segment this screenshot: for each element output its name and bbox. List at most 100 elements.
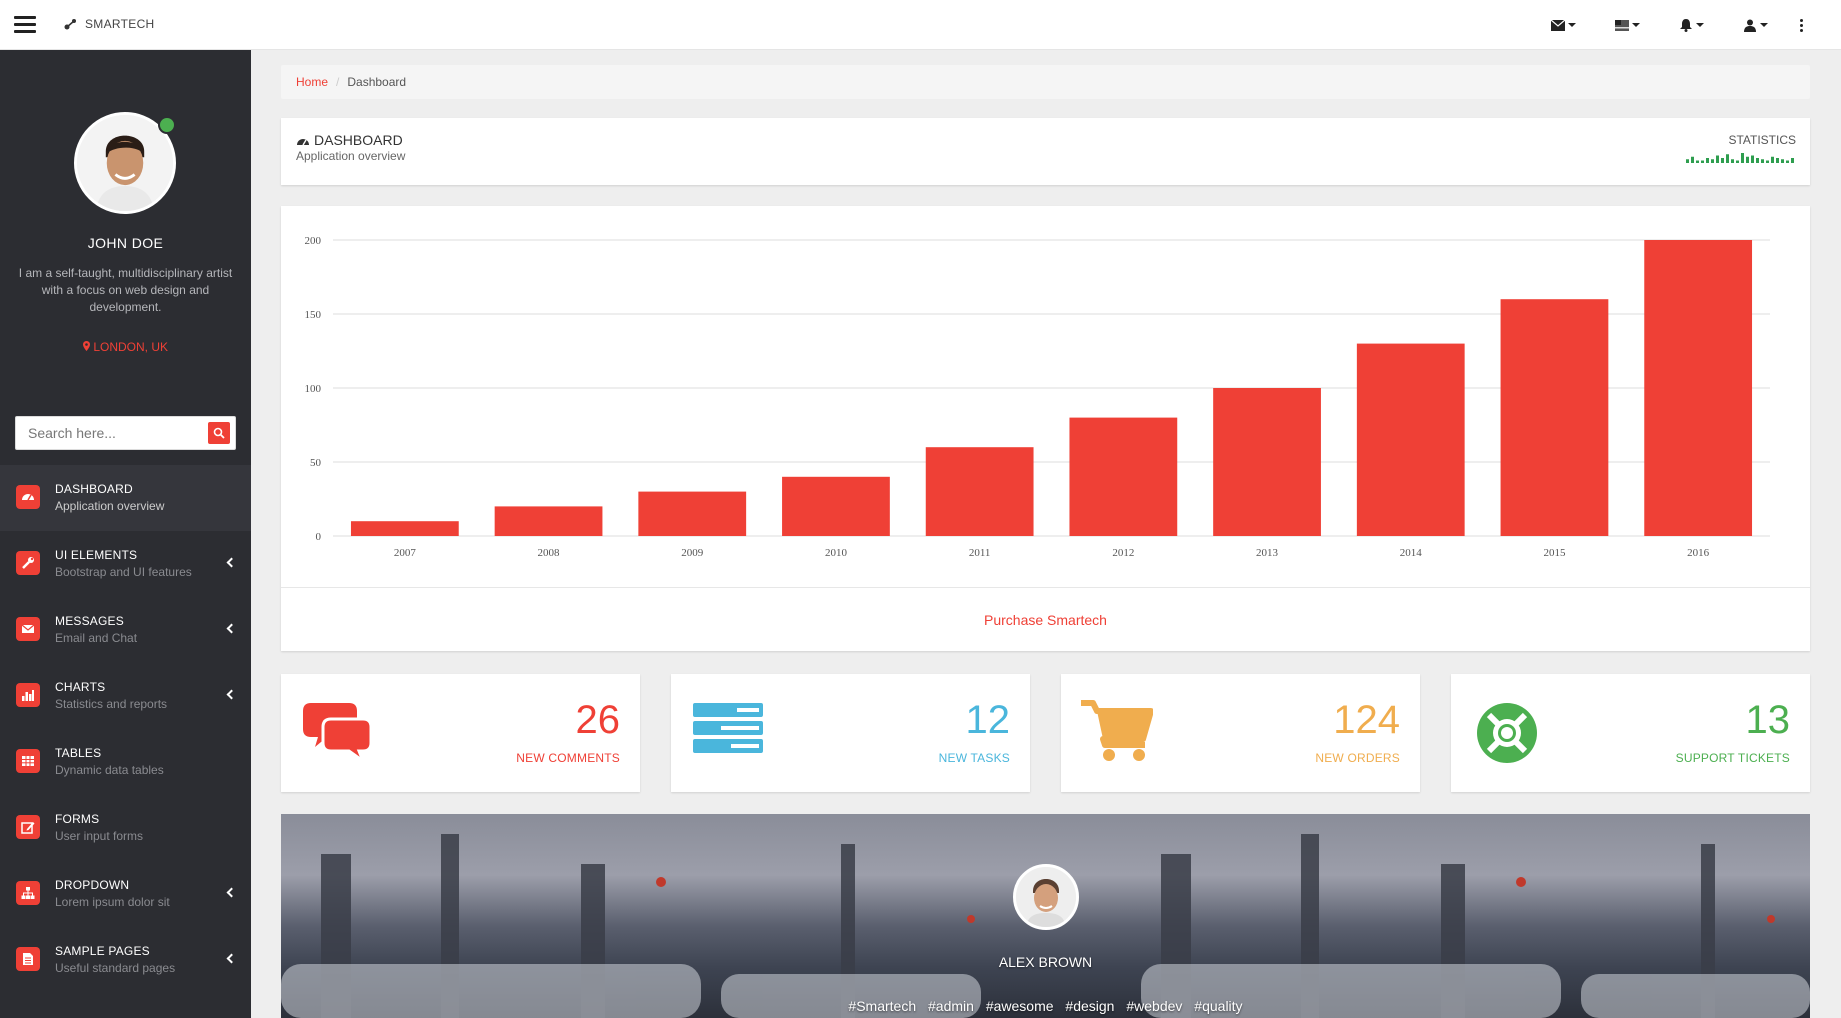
stat-card-tasks[interactable]: 12 NEW TASKS	[671, 674, 1030, 792]
hero-avatar[interactable]	[1013, 864, 1079, 930]
sidebar-item-sample-pages[interactable]: SAMPLE PAGES Useful standard pages	[0, 927, 251, 993]
stat-card-orders[interactable]: 124 NEW ORDERS	[1061, 674, 1420, 792]
sparkline-bar	[1771, 156, 1774, 163]
stat-label: SUPPORT TICKETS	[1675, 751, 1790, 765]
chart-x-tick-label: 2011	[969, 547, 991, 559]
breadcrumb-home-link[interactable]: Home	[296, 75, 328, 89]
sidebar-item-title: DASHBOARD	[55, 482, 133, 496]
sidebar-item-subtitle: Email and Chat	[55, 631, 138, 645]
sidebar-item-subtitle: Dynamic data tables	[55, 763, 164, 777]
hero-tag[interactable]: #quality	[1194, 998, 1242, 1014]
chart-bar[interactable]	[782, 476, 890, 536]
sidebar-item-ui-elements[interactable]: UI ELEMENTS Bootstrap and UI features	[0, 531, 251, 597]
breadcrumb-separator: /	[336, 75, 340, 89]
sidebar-item-title: FORMS	[55, 812, 100, 826]
sparkline-bar	[1756, 158, 1759, 163]
language-dropdown[interactable]	[1595, 13, 1659, 37]
chart-x-tick-label: 2007	[394, 547, 417, 559]
stat-value: 13	[1745, 698, 1791, 742]
profile-location: LONDON, UK	[0, 340, 251, 354]
chart-bar[interactable]	[350, 521, 459, 536]
search-input[interactable]	[16, 417, 206, 449]
chart-bar[interactable]	[1644, 240, 1753, 536]
hero-tag[interactable]: #design	[1065, 998, 1114, 1014]
chart-bar[interactable]	[1069, 417, 1178, 536]
hero-tag[interactable]: #awesome	[986, 998, 1054, 1014]
sidebar-item-forms[interactable]: FORMS User input forms	[0, 795, 251, 861]
user-dropdown[interactable]	[1723, 13, 1787, 37]
edit-icon	[16, 815, 40, 839]
chart-y-tick-label: 50	[310, 457, 322, 469]
sparkline-bar	[1751, 155, 1754, 163]
sparkline-bar	[1736, 160, 1739, 163]
notifications-dropdown[interactable]	[1659, 13, 1723, 37]
stat-label: NEW COMMENTS	[516, 751, 620, 765]
purchase-link[interactable]: Purchase Smartech	[984, 612, 1107, 628]
sparkline-bar	[1686, 159, 1689, 163]
envelope-icon	[16, 617, 40, 641]
sidebar-item-charts[interactable]: CHARTS Statistics and reports	[0, 663, 251, 729]
chart-bar[interactable]	[1356, 343, 1465, 536]
sidebar-item-subtitle: Useful standard pages	[55, 961, 176, 975]
sparkline-bar	[1721, 158, 1724, 163]
chart-bar[interactable]	[494, 506, 603, 536]
sparkline-bar	[1726, 154, 1729, 163]
sidebar-item-dashboard[interactable]: DASHBOARD Application overview	[0, 465, 251, 531]
statistics-sparkline	[1686, 153, 1794, 163]
chart-bar[interactable]	[1500, 299, 1609, 536]
brand-name: SMARTECH	[85, 17, 155, 31]
stat-card-comments[interactable]: 26 NEW COMMENTS	[281, 674, 640, 792]
chart-x-tick-label: 2009	[681, 547, 704, 559]
statistics-label: STATISTICS	[1728, 133, 1796, 147]
profile-hero-banner: ALEX BROWN #Smartech #admin #awesome #de…	[281, 814, 1810, 1018]
hero-tag[interactable]: #admin	[928, 998, 974, 1014]
chart-bar[interactable]	[925, 447, 1034, 536]
brand-logo-icon	[64, 19, 76, 30]
sitemap-icon	[16, 881, 40, 905]
comments-icon	[303, 703, 373, 765]
search-icon	[213, 427, 225, 439]
chart-y-tick-label: 200	[305, 235, 322, 247]
sidebar-item-dropdown[interactable]: DROPDOWN Lorem ipsum dolor sit	[0, 861, 251, 927]
chart-x-tick-label: 2010	[825, 547, 848, 559]
sidebar-item-messages[interactable]: MESSAGES Email and Chat	[0, 597, 251, 663]
map-marker-icon	[82, 341, 90, 351]
sparkline-bar	[1701, 160, 1704, 163]
flag-icon	[1614, 19, 1629, 31]
bell-icon	[1679, 18, 1692, 32]
chart-y-tick-label: 150	[305, 309, 322, 321]
hero-tag[interactable]: #Smartech	[848, 998, 916, 1014]
sidebar-item-title: CHARTS	[55, 680, 106, 694]
chart-y-tick-label: 0	[316, 531, 322, 543]
brand[interactable]: SMARTECH	[64, 17, 155, 31]
sidebar-item-tables[interactable]: TABLES Dynamic data tables	[0, 729, 251, 795]
chart-card: 0 50 100 150 200 2007 2008 2009 2010 2011 2012 2013…	[281, 206, 1810, 651]
chart-x-tick-label: 2013	[1256, 547, 1279, 559]
search-button[interactable]	[208, 422, 230, 444]
wrench-icon	[16, 551, 40, 575]
stat-value: 12	[965, 698, 1011, 742]
chart-x-tick-label: 2014	[1400, 547, 1423, 559]
chart-footer: Purchase Smartech	[281, 587, 1810, 651]
stat-label: NEW TASKS	[938, 751, 1010, 765]
bar-chart: 0 50 100 150 200 2007 2008 2009 2010 2011 2012 2013…	[305, 235, 1770, 559]
sparkline-bar	[1761, 159, 1764, 163]
chevron-left-icon	[226, 689, 237, 700]
sparkline-bar	[1741, 153, 1744, 163]
chart-bar[interactable]	[1213, 388, 1321, 536]
more-vertical-icon[interactable]	[1787, 13, 1815, 37]
tasks-icon	[693, 703, 763, 753]
sparkline-bar	[1746, 156, 1749, 163]
page-header: DASHBOARD Application overview STATISTIC…	[281, 118, 1810, 185]
sidebar-menu: DASHBOARD Application overview UI ELEMEN…	[0, 465, 251, 993]
sparkline-bar	[1706, 158, 1709, 163]
dashboard-icon	[297, 138, 309, 145]
sidebar-item-subtitle: Application overview	[55, 499, 165, 513]
messages-dropdown[interactable]	[1531, 13, 1595, 37]
sidebar-item-subtitle: Lorem ipsum dolor sit	[55, 895, 170, 909]
sidebar-item-title: SAMPLE PAGES	[55, 944, 150, 958]
stat-card-tickets[interactable]: 13 SUPPORT TICKETS	[1451, 674, 1810, 792]
hamburger-menu-icon[interactable]	[14, 16, 36, 34]
chart-bar[interactable]	[638, 491, 747, 536]
hero-tag[interactable]: #webdev	[1126, 998, 1182, 1014]
